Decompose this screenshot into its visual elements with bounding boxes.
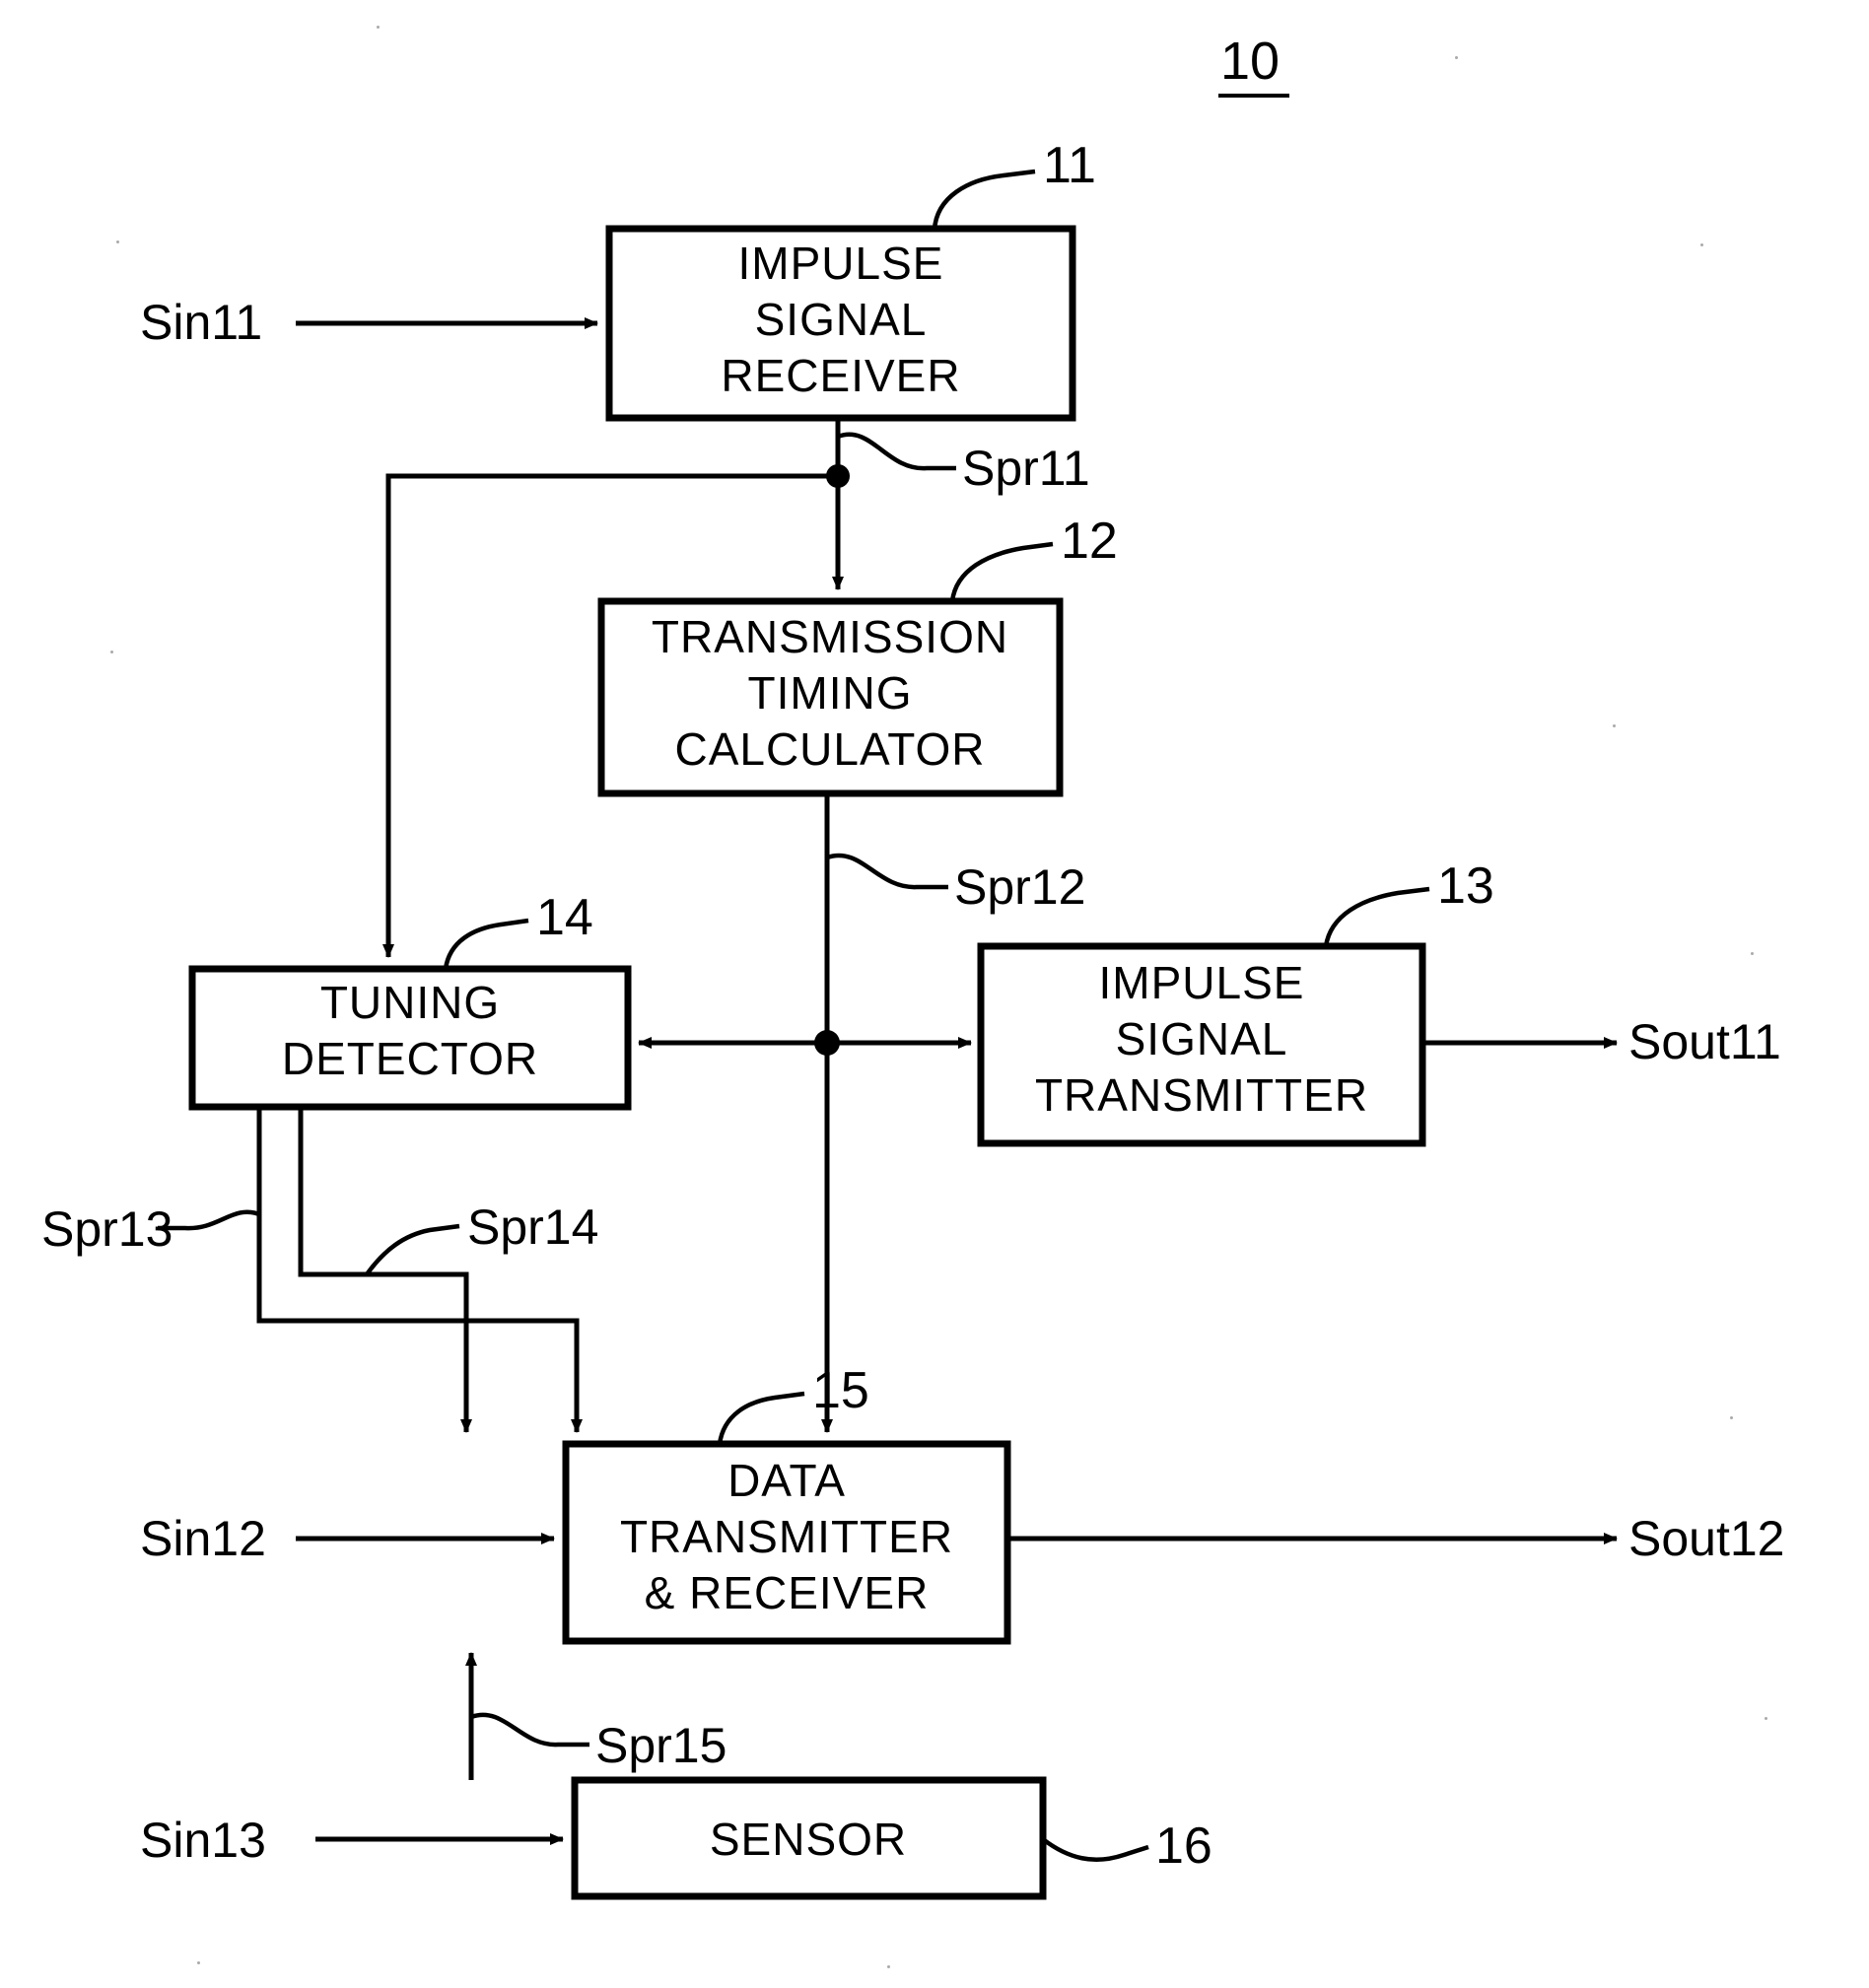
signal-label-sin12: Sin12 xyxy=(140,1511,266,1566)
block-15-line-3: & RECEIVER xyxy=(645,1567,930,1618)
block-13-line-3: TRANSMITTER xyxy=(1035,1069,1368,1121)
block-15-line-2: TRANSMITTER xyxy=(620,1511,953,1562)
scan-speck xyxy=(377,26,380,29)
scan-speck xyxy=(1613,724,1616,727)
block-11-line-2: SIGNAL xyxy=(755,294,928,345)
signal-label-sout12: Sout12 xyxy=(1628,1511,1784,1566)
block-12-line-3: CALCULATOR xyxy=(674,723,985,775)
ref-number-13: 13 xyxy=(1437,857,1494,915)
signal-label-sout11: Sout11 xyxy=(1628,1014,1781,1069)
block-16-line-1: SENSOR xyxy=(710,1814,907,1865)
signal-label-sin13: Sin13 xyxy=(140,1813,266,1868)
ref-number-14: 14 xyxy=(536,889,593,946)
signal-label-spr11: Spr11 xyxy=(962,441,1090,496)
block-13-line-1: IMPULSE xyxy=(1099,957,1305,1008)
ref-number-12: 12 xyxy=(1061,513,1118,570)
scan-speck xyxy=(1455,56,1458,59)
block-11-line-1: IMPULSE xyxy=(738,238,944,289)
scan-speck xyxy=(1751,952,1754,955)
ref-number-16: 16 xyxy=(1155,1817,1212,1875)
figure-canvas: 10 IMPULSE SIGNAL RECEIVER TRANSMISSION … xyxy=(0,0,1869,1988)
signal-label-sin11: Sin11 xyxy=(140,295,262,350)
scan-speck xyxy=(1765,1717,1767,1720)
ref-number-11: 11 xyxy=(1043,137,1096,194)
signal-label-spr15: Spr15 xyxy=(595,1718,727,1773)
block-14-line-1: TUNING xyxy=(320,977,500,1028)
signal-label-spr13: Spr13 xyxy=(41,1201,173,1257)
block-15-line-1: DATA xyxy=(727,1455,846,1506)
scan-speck xyxy=(110,651,113,653)
block-13-line-2: SIGNAL xyxy=(1116,1013,1288,1064)
scan-speck xyxy=(1730,1416,1733,1419)
text-layer: 10 IMPULSE SIGNAL RECEIVER TRANSMISSION … xyxy=(41,32,1784,1875)
signal-label-spr12: Spr12 xyxy=(954,859,1085,915)
scan-speck xyxy=(1700,243,1703,246)
scan-speck xyxy=(116,240,119,243)
signal-label-spr14: Spr14 xyxy=(467,1200,598,1255)
block-12-line-2: TIMING xyxy=(748,667,913,719)
scan-speck xyxy=(887,1965,890,1968)
block-14-line-2: DETECTOR xyxy=(282,1033,538,1084)
ref-number-15: 15 xyxy=(812,1362,869,1419)
block-12-line-1: TRANSMISSION xyxy=(652,611,1008,662)
block-11-line-3: RECEIVER xyxy=(721,350,960,401)
scan-speck xyxy=(197,1961,200,1964)
figure-number: 10 xyxy=(1220,32,1280,91)
